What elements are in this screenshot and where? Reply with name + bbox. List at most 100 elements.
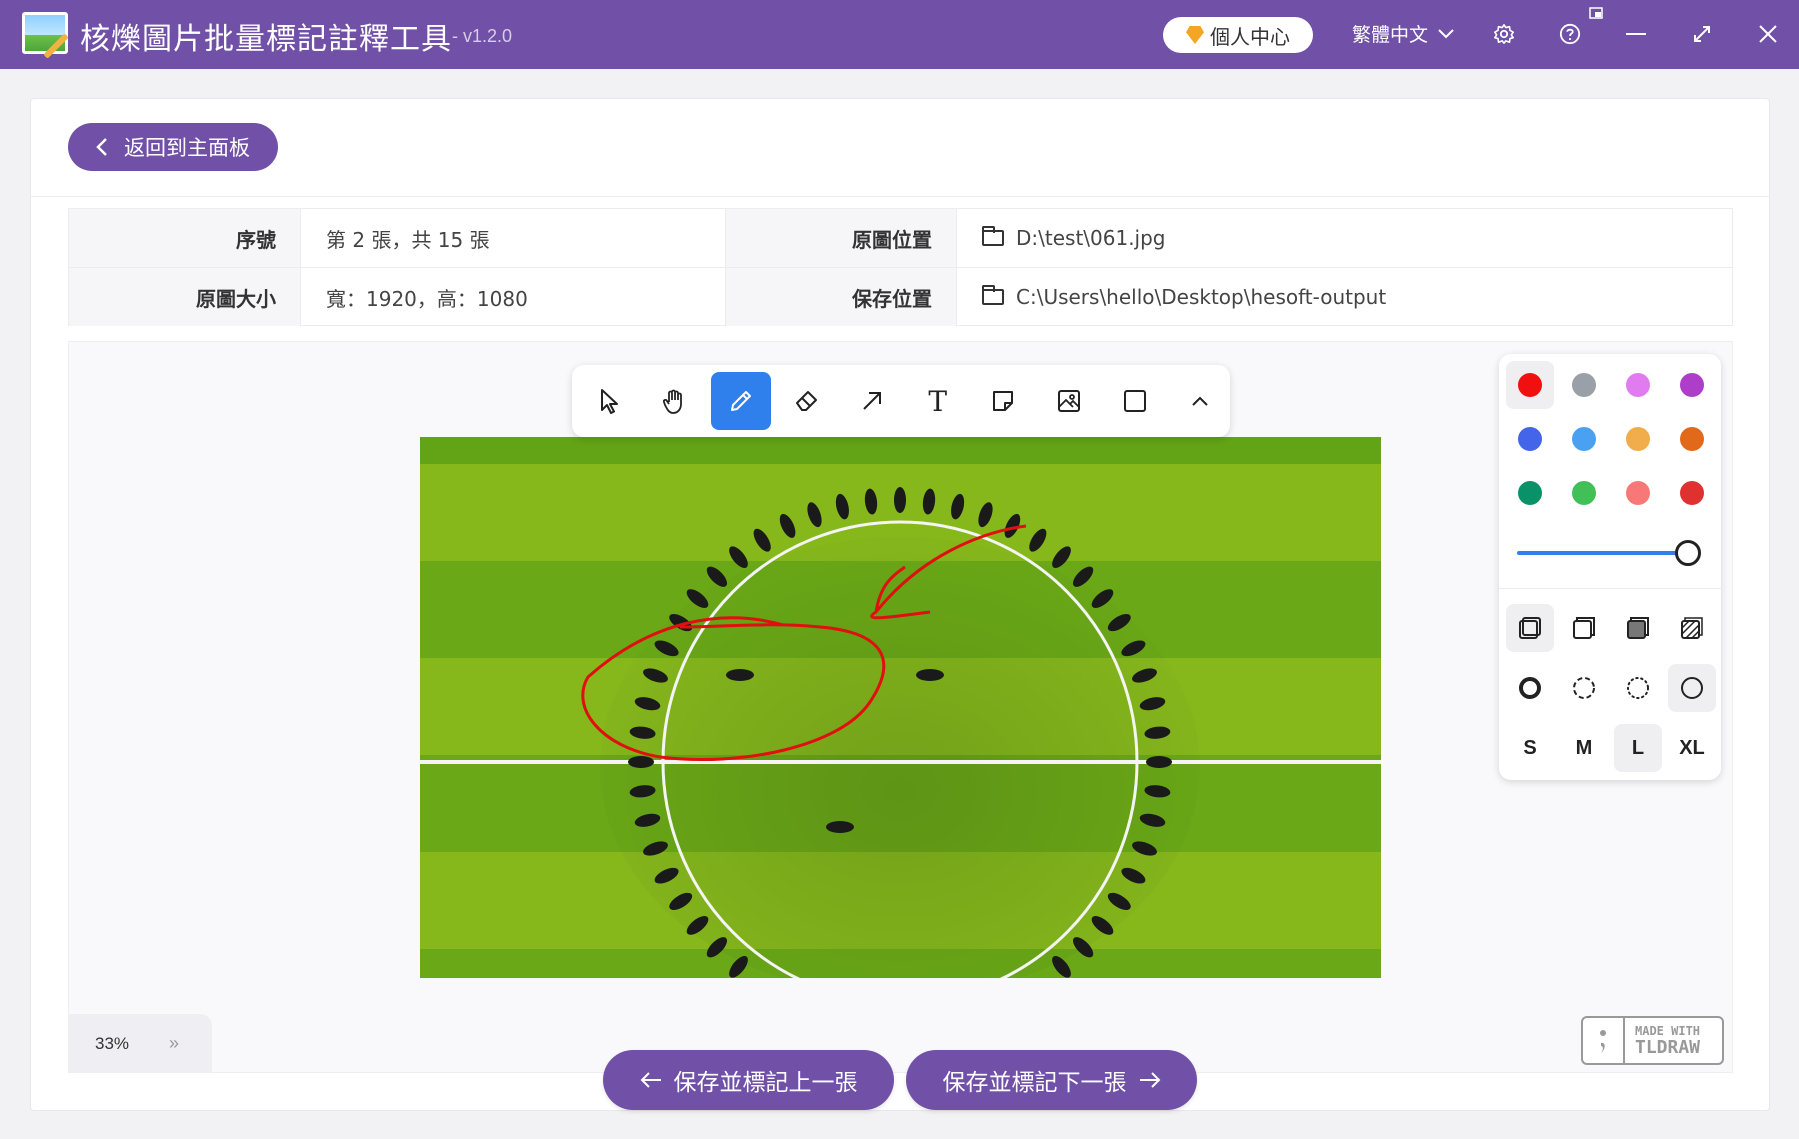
index-label: 序號 bbox=[69, 209, 300, 267]
color-swatch[interactable] bbox=[1626, 373, 1650, 397]
back-to-dashboard-button[interactable]: 返回到主面板 bbox=[68, 123, 278, 171]
tldraw-logo-icon bbox=[1583, 1018, 1625, 1063]
dash-draw-icon bbox=[1519, 677, 1541, 699]
index-value: 第 2 張，共 15 張 bbox=[300, 209, 725, 267]
fill-solid-button[interactable] bbox=[1614, 604, 1662, 652]
size-l-button[interactable]: L bbox=[1614, 724, 1662, 772]
color-swatch[interactable] bbox=[1626, 427, 1650, 451]
save-prev-button[interactable]: 保存並標記上一張 bbox=[603, 1050, 894, 1110]
fill-semi-icon bbox=[1573, 617, 1595, 639]
tldraw-watermark[interactable]: MADE WITH TLDRAW bbox=[1581, 1016, 1724, 1065]
size-xl-button[interactable]: XL bbox=[1668, 724, 1716, 772]
language-select[interactable]: 繁體中文 bbox=[1352, 20, 1454, 47]
image-icon bbox=[1057, 390, 1080, 412]
save-next-label: 保存並標記下一張 bbox=[942, 1070, 1127, 1096]
color-swatch[interactable] bbox=[1518, 481, 1542, 505]
fill-solid-icon bbox=[1627, 617, 1649, 639]
color-swatch[interactable] bbox=[1626, 481, 1650, 505]
folder-icon bbox=[982, 285, 1004, 305]
cursor-icon bbox=[600, 389, 618, 414]
note-tool[interactable] bbox=[974, 372, 1034, 430]
save-path: C:\Users\hello\Desktop\hesoft-output bbox=[956, 268, 1732, 326]
fill-pattern-icon bbox=[1681, 617, 1703, 639]
size-label: 原圖大小 bbox=[69, 268, 300, 326]
expand-icon[interactable]: » bbox=[169, 1033, 179, 1054]
watermark-line1: MADE WITH bbox=[1635, 1023, 1701, 1038]
arrow-tool[interactable] bbox=[842, 372, 902, 430]
hand-icon bbox=[663, 389, 683, 414]
save-value: C:\Users\hello\Desktop\hesoft-output bbox=[1016, 285, 1387, 309]
image-tool[interactable] bbox=[1039, 372, 1099, 430]
sticky-note-icon bbox=[993, 391, 1014, 411]
rectangle-icon bbox=[1123, 390, 1146, 412]
opacity-slider-knob[interactable] bbox=[1675, 540, 1701, 566]
save-prev-label: 保存並標記上一張 bbox=[673, 1070, 858, 1096]
app-version: - v1.2.0 bbox=[452, 26, 513, 46]
maximize-icon[interactable] bbox=[1686, 18, 1718, 50]
fill-none-button[interactable] bbox=[1506, 604, 1554, 652]
pencil-icon bbox=[730, 391, 751, 411]
dash-dashed-icon bbox=[1573, 677, 1595, 699]
chevron-left-icon bbox=[96, 138, 107, 156]
more-tools-button[interactable] bbox=[1170, 372, 1230, 430]
eraser-tool[interactable] bbox=[777, 372, 837, 430]
dash-dashed-button[interactable] bbox=[1560, 664, 1608, 712]
personal-center-label: 個人中心 bbox=[1210, 24, 1290, 49]
size-s-button[interactable]: S bbox=[1506, 724, 1554, 772]
arrow-right-icon bbox=[1139, 1072, 1160, 1088]
dash-dotted-button[interactable] bbox=[1614, 664, 1662, 712]
fill-semi-button[interactable] bbox=[1560, 604, 1608, 652]
help-icon[interactable] bbox=[1554, 18, 1586, 50]
dash-solid-button[interactable] bbox=[1668, 664, 1716, 712]
text-icon: T bbox=[928, 384, 948, 418]
fill-pattern-button[interactable] bbox=[1668, 604, 1716, 652]
color-swatch[interactable] bbox=[1518, 373, 1542, 397]
language-label: 繁體中文 bbox=[1352, 24, 1429, 46]
close-icon[interactable] bbox=[1752, 18, 1784, 50]
drawing-toolbar: T bbox=[572, 365, 1230, 437]
source-label: 原圖位置 bbox=[725, 209, 956, 267]
chevron-down-icon bbox=[1438, 28, 1454, 38]
zoom-control[interactable]: 33% » bbox=[68, 1014, 212, 1073]
arrow-up-right-icon bbox=[863, 392, 882, 410]
select-tool[interactable] bbox=[580, 372, 640, 430]
title-bar: 核爍圖片批量標記註釋工具 - v1.2.0 個人中心 繁體中文 bbox=[0, 0, 1799, 69]
size-m-button[interactable]: M bbox=[1560, 724, 1608, 772]
save-next-button[interactable]: 保存並標記下一張 bbox=[906, 1050, 1197, 1110]
image-info-table: 序號 第 2 張，共 15 張 原圖位置 D:\test\061.jpg 原圖大… bbox=[68, 208, 1733, 326]
annotated-image[interactable] bbox=[420, 437, 1381, 978]
draw-tool[interactable] bbox=[711, 372, 771, 430]
folder-icon bbox=[982, 226, 1004, 246]
save-label: 保存位置 bbox=[725, 268, 956, 326]
color-swatch[interactable] bbox=[1680, 481, 1704, 505]
color-swatch[interactable] bbox=[1680, 373, 1704, 397]
fill-none-icon bbox=[1519, 617, 1541, 639]
chevron-up-icon bbox=[1192, 396, 1208, 406]
color-swatch[interactable] bbox=[1572, 481, 1596, 505]
dash-solid-icon bbox=[1681, 677, 1703, 699]
settings-icon[interactable] bbox=[1488, 18, 1520, 50]
source-value: D:\test\061.jpg bbox=[1016, 226, 1166, 250]
text-tool[interactable]: T bbox=[908, 372, 968, 430]
back-button-label: 返回到主面板 bbox=[124, 136, 250, 160]
color-swatch[interactable] bbox=[1680, 427, 1704, 451]
personal-center-button[interactable]: 個人中心 bbox=[1163, 17, 1313, 53]
color-swatch[interactable] bbox=[1518, 427, 1542, 451]
hand-tool[interactable] bbox=[646, 372, 706, 430]
app-title: 核爍圖片批量標記註釋工具 bbox=[80, 22, 452, 57]
diamond-icon bbox=[1186, 26, 1204, 44]
rectangle-tool[interactable] bbox=[1105, 372, 1165, 430]
color-swatch[interactable] bbox=[1572, 427, 1596, 451]
opacity-slider-track[interactable] bbox=[1517, 551, 1687, 555]
mini-window-icon[interactable] bbox=[1587, 4, 1605, 22]
dash-draw-button[interactable] bbox=[1506, 664, 1554, 712]
minimize-icon[interactable] bbox=[1620, 18, 1652, 50]
size-value: 寬：1920，高：1080 bbox=[300, 268, 725, 326]
zoom-value: 33% bbox=[95, 1033, 130, 1053]
header-divider bbox=[31, 196, 1769, 197]
color-swatch[interactable] bbox=[1572, 373, 1596, 397]
arrow-left-icon bbox=[640, 1072, 661, 1088]
style-panel: S M L XL bbox=[1499, 354, 1721, 780]
source-path: D:\test\061.jpg bbox=[956, 209, 1732, 267]
eraser-icon bbox=[795, 391, 817, 411]
